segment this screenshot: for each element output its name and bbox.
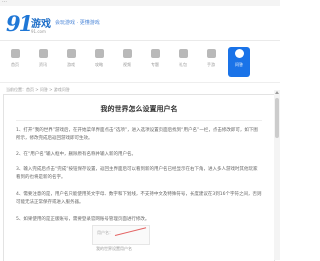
logo-name: 游戏 [31, 19, 51, 30]
nav-item-gifts[interactable]: 礼包 [172, 47, 194, 77]
title-divider [16, 120, 262, 121]
question-icon [234, 49, 244, 58]
nav-item-mobile[interactable]: 手游 [200, 47, 222, 77]
gift-icon [178, 49, 188, 58]
article-paragraph: 4、需要注意的是，用户名只能使用英文字母、数字和下划线，不支持中文及特殊符号，长… [16, 192, 262, 205]
nav-label: 手游 [207, 62, 215, 67]
annotation-arrow [114, 227, 147, 236]
scroll-up-icon[interactable] [275, 91, 279, 94]
top-bar-text: … [2, 0, 7, 4]
browser-top-bar: … [0, 0, 280, 6]
nav-label: 攻略 [95, 62, 103, 67]
article-paragraph: 1、打开“我的世界”游戏后，在开始菜单界面点击“选项”，进入选项设置页面后找到“… [16, 128, 258, 141]
article-panel: 我的世界怎么设置用户名 1、打开“我的世界”游戏后，在开始菜单界面点击“选项”，… [3, 94, 275, 261]
nav-label: 专题 [151, 62, 159, 67]
nav-label: 资讯 [39, 62, 47, 67]
home-icon [10, 49, 20, 58]
article-paragraph: 3、输入完成后点击“完成”按钮保存设置，返回主界面后可以看到新的用户名已经显示在… [16, 167, 258, 180]
main-nav: 首页 资讯 游戏 攻略 视频 专题 礼包 手游 问答 [0, 44, 280, 78]
page-scrollbar[interactable] [274, 90, 280, 260]
nav-item-topics[interactable]: 专题 [144, 47, 166, 77]
nav-label: 游戏 [67, 62, 75, 67]
article-paragraph: 2、在“用户名”输入框中，删除原有名称并输入新的用户名。 [16, 152, 137, 157]
article-screenshot: 用户名： [92, 225, 150, 245]
nav-label: 视频 [123, 62, 131, 67]
logo-domain: 91.com [31, 29, 46, 34]
screenshot-caption: 我的世界设置用户名 [96, 246, 132, 251]
book-icon [94, 49, 104, 58]
topic-icon [150, 49, 160, 58]
nav-item-games[interactable]: 游戏 [60, 47, 82, 77]
news-icon [38, 49, 48, 58]
nav-item-home[interactable]: 首页 [4, 47, 26, 77]
logo-number: 91 [6, 11, 33, 36]
nav-item-qa[interactable]: 问答 [228, 47, 250, 77]
nav-label: 礼包 [179, 62, 187, 67]
article-title: 我的世界怎么设置用户名 [100, 105, 178, 113]
scroll-thumb[interactable] [275, 98, 279, 138]
nav-label: 问答 [235, 62, 243, 67]
site-slogan: 会玩游戏 · 更懂游戏 [55, 20, 100, 26]
phone-icon [206, 49, 216, 58]
header-divider [0, 40, 280, 41]
nav-item-guides[interactable]: 攻略 [88, 47, 110, 77]
nav-item-videos[interactable]: 视频 [116, 47, 138, 77]
gamepad-icon [66, 49, 76, 58]
video-icon [122, 49, 132, 58]
article-paragraph: 5、如果使用的是正版账号，需要登录官网账号管理页面进行修改。 [16, 217, 150, 222]
nav-item-news[interactable]: 资讯 [32, 47, 54, 77]
nav-divider [0, 82, 280, 83]
breadcrumb: 当前位置：首页 > 问答 > 游戏问答 [6, 87, 70, 92]
screenshot-label: 用户名： [97, 230, 113, 235]
nav-label: 首页 [11, 62, 19, 67]
